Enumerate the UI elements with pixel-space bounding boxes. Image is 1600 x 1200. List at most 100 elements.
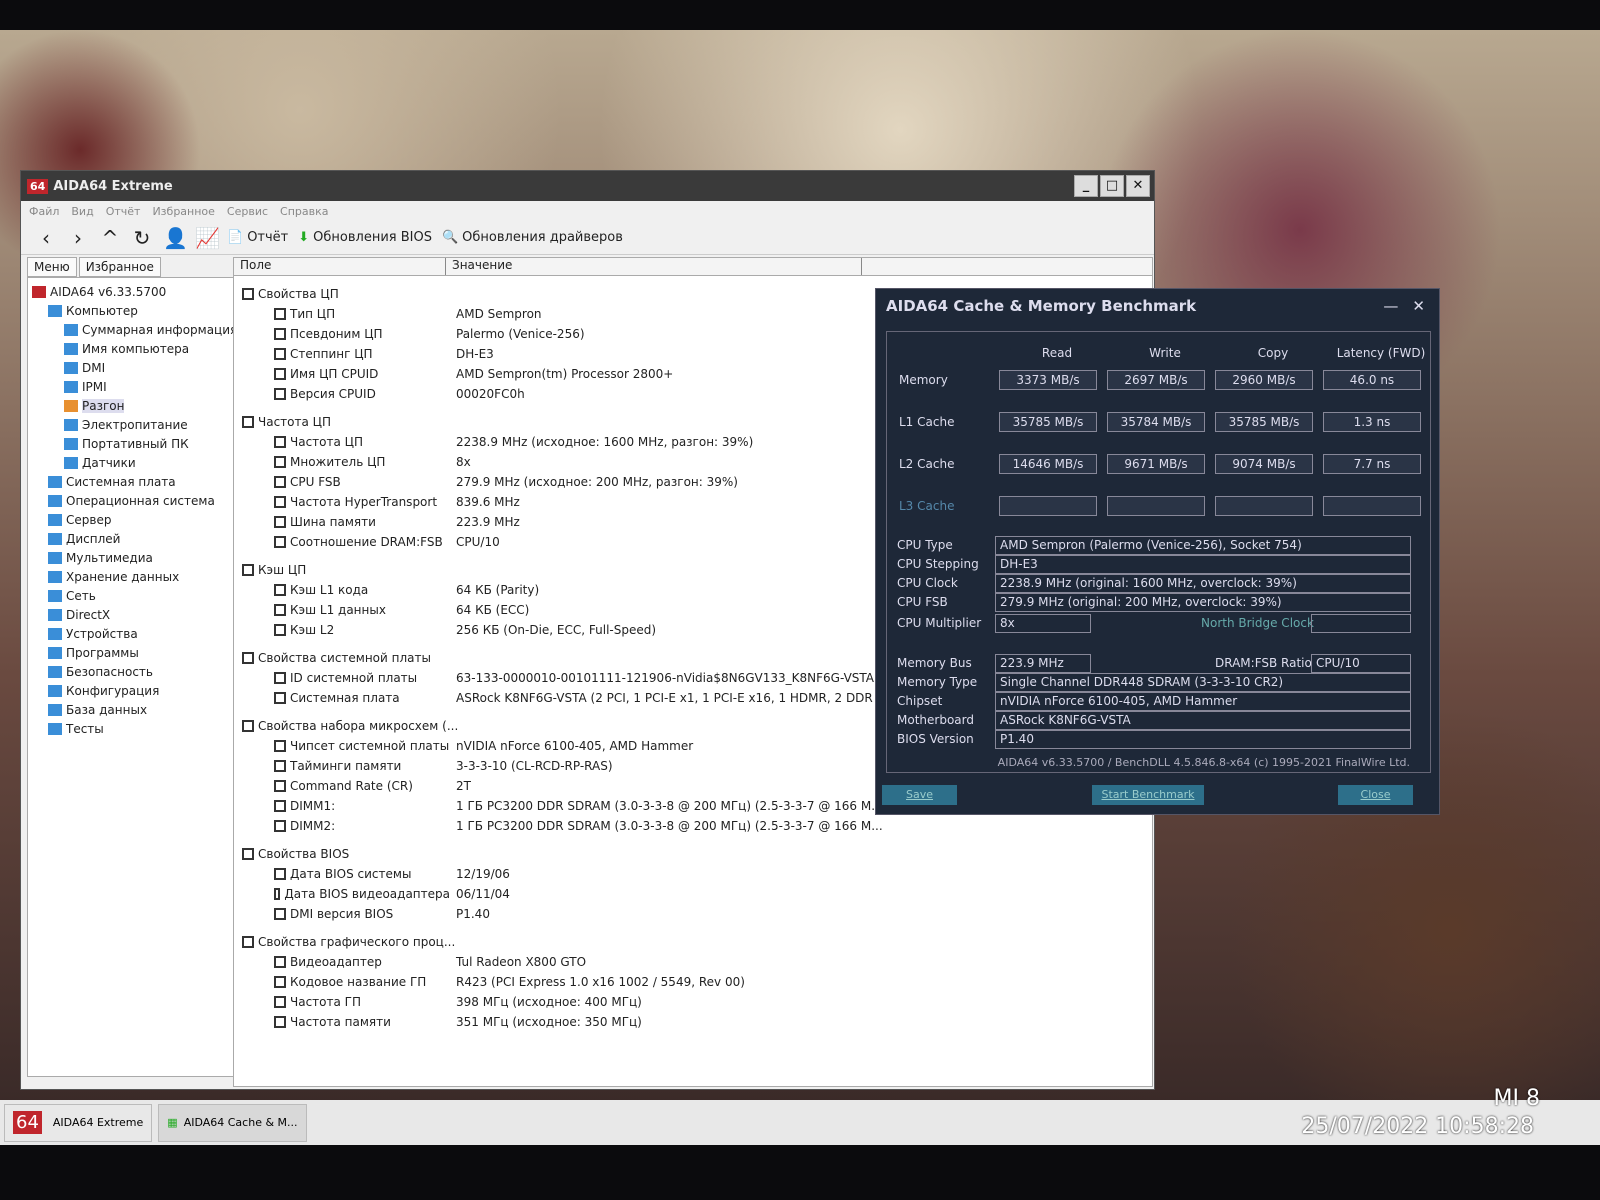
- tab-favorites[interactable]: Избранное: [78, 257, 161, 277]
- tree-item[interactable]: Компьютер: [32, 301, 257, 320]
- column-field[interactable]: Поле: [234, 258, 446, 275]
- tree-item[interactable]: Портативный ПК: [32, 434, 257, 453]
- table-row[interactable]: Видеоадаптер Tul Radeon X800 GTO: [234, 952, 1152, 972]
- user-icon[interactable]: 👤: [163, 226, 188, 250]
- table-row[interactable]: DMI версия BIOS P1.40: [234, 904, 1152, 924]
- menu-item[interactable]: Файл: [29, 205, 59, 218]
- menu-item[interactable]: Отчёт: [106, 205, 141, 218]
- tree-item-label: IPMI: [82, 379, 107, 394]
- field-cell: Чипсет системной платы: [234, 739, 450, 753]
- tree-item[interactable]: Конфигурация: [32, 681, 257, 700]
- nb-clock-value: [1311, 614, 1411, 633]
- tree-item-label: DirectX: [66, 607, 111, 622]
- close-icon[interactable]: ✕: [1412, 297, 1425, 315]
- tree-node-icon: [48, 703, 62, 716]
- info-value: DH-E3: [995, 555, 1411, 574]
- refresh-icon[interactable]: ↻: [131, 226, 153, 250]
- tree-item[interactable]: Сервер: [32, 510, 257, 529]
- tree-node-icon: [48, 646, 62, 659]
- column-header: Latency (FWD): [1336, 346, 1426, 360]
- tree-item[interactable]: Безопасность: [32, 662, 257, 681]
- tree-item[interactable]: Датчики: [32, 453, 257, 472]
- taskbar-item-aida64[interactable]: 64 AIDA64 Extreme: [4, 1103, 153, 1142]
- result-box: 46.0 ns: [1323, 370, 1421, 390]
- minimize-button[interactable]: _: [1074, 175, 1098, 197]
- result-box: 35784 MB/s: [1107, 412, 1205, 432]
- table-row[interactable]: Кодовое название ГП R423 (PCI Express 1.0…: [234, 972, 1152, 992]
- menu-item[interactable]: Справка: [280, 205, 328, 218]
- tree-item[interactable]: Разгон: [32, 396, 257, 415]
- field-value: nVIDIA nForce 6100-405, AMD Hammer: [456, 739, 694, 753]
- section-header: Свойства графического проц...: [234, 932, 1152, 952]
- tree-item[interactable]: IPMI: [32, 377, 257, 396]
- tree-item[interactable]: Системная плата: [32, 472, 257, 491]
- tree-item-label: Портативный ПК: [82, 436, 189, 451]
- taskbar-item-benchmark[interactable]: ▦ AIDA64 Cache & M...: [158, 1103, 307, 1142]
- info-value: P1.40: [995, 730, 1411, 749]
- row-icon: [274, 604, 286, 616]
- tree-item[interactable]: Сеть: [32, 586, 257, 605]
- start-benchmark-button[interactable]: Start Benchmark: [1092, 785, 1204, 805]
- field-value: 12/19/06: [456, 867, 510, 881]
- info-label: North Bridge Clock: [1201, 616, 1314, 630]
- tree-item[interactable]: Устройства: [32, 624, 257, 643]
- tree-item[interactable]: Суммарная информация: [32, 320, 257, 339]
- row-icon: [274, 740, 286, 752]
- tree-item-label: DMI: [82, 360, 106, 375]
- up-icon[interactable]: ^: [99, 226, 121, 250]
- table-row[interactable]: Частота ГП 398 МГц (исходное: 400 МГц): [234, 992, 1152, 1012]
- field-value: 1 ГБ PC3200 DDR SDRAM (3.0-3-3-8 @ 200 М…: [456, 799, 883, 813]
- tree-node-icon: [64, 399, 78, 412]
- navigation-tree: AIDA64 v6.33.5700 Компьютер Суммарная инфо…: [27, 277, 262, 1077]
- chart-icon[interactable]: 📈: [195, 226, 220, 250]
- tree-item[interactable]: Операционная система: [32, 491, 257, 510]
- menu-item[interactable]: Вид: [71, 205, 93, 218]
- field-name: DIMM1:: [290, 799, 336, 813]
- tab-menu[interactable]: Меню: [27, 257, 77, 277]
- field-cell: Версия CPUID: [234, 387, 450, 401]
- row-icon: [274, 328, 286, 340]
- field-value: Tul Radeon X800 GTO: [456, 955, 587, 969]
- tree-item[interactable]: Хранение данных: [32, 567, 257, 586]
- tree-item[interactable]: DirectX: [32, 605, 257, 624]
- field-name: ID системной платы: [290, 671, 418, 685]
- field-cell: Степпинг ЦП: [234, 347, 450, 361]
- bios-update-button[interactable]: ⬇ Обновления BIOS: [298, 230, 432, 245]
- field-name: DIMM2:: [290, 819, 336, 833]
- column-value[interactable]: Значение: [446, 258, 862, 275]
- info-value: 2238.9 MHz (original: 1600 MHz, overcloc…: [995, 574, 1411, 593]
- minimize-button[interactable]: —: [1383, 297, 1398, 315]
- row-icon: [274, 760, 286, 772]
- tree-item[interactable]: Мультимедиа: [32, 548, 257, 567]
- table-row[interactable]: Дата BIOS видеоадаптера 06/11/04: [234, 884, 1152, 904]
- tree-item[interactable]: Электропитание: [32, 415, 257, 434]
- field-name: Тип ЦП: [290, 307, 336, 321]
- result-box: 3373 MB/s: [999, 370, 1097, 390]
- tree-item-label: Суммарная информация: [82, 322, 238, 337]
- field-name: Версия CPUID: [290, 387, 376, 401]
- forward-icon[interactable]: ›: [67, 226, 89, 250]
- tree-item[interactable]: Программы: [32, 643, 257, 662]
- tree-item[interactable]: Имя компьютера: [32, 339, 257, 358]
- table-row[interactable]: Дата BIOS системы 12/19/06: [234, 864, 1152, 884]
- close-button[interactable]: Close: [1338, 785, 1413, 805]
- tree-item[interactable]: База данных: [32, 700, 257, 719]
- save-button[interactable]: Save: [882, 785, 957, 805]
- result-box: 9671 MB/s: [1107, 454, 1205, 474]
- maximize-button[interactable]: □: [1100, 175, 1124, 197]
- tree-item[interactable]: AIDA64 v6.33.5700: [32, 282, 257, 301]
- menu-bar: Файл Вид Отчёт Избранное Сервис Справка: [21, 201, 1154, 221]
- table-row[interactable]: DIMM2: 1 ГБ PC3200 DDR SDRAM (3.0-3-3-8 @…: [234, 816, 1152, 836]
- table-row[interactable]: Частота памяти 351 МГц (исходное: 350 МГц…: [234, 1012, 1152, 1032]
- close-button[interactable]: ✕: [1126, 175, 1150, 197]
- back-icon[interactable]: ‹: [35, 226, 57, 250]
- field-name: Шина памяти: [290, 515, 376, 529]
- tree-item[interactable]: DMI: [32, 358, 257, 377]
- tree-node-icon: [48, 665, 62, 678]
- driver-update-button[interactable]: 🔍 Обновления драйверов: [442, 230, 623, 245]
- menu-item[interactable]: Избранное: [152, 205, 214, 218]
- tree-item[interactable]: Тесты: [32, 719, 257, 738]
- report-button[interactable]: 📄 Отчёт: [227, 230, 288, 245]
- tree-item[interactable]: Дисплей: [32, 529, 257, 548]
- menu-item[interactable]: Сервис: [227, 205, 268, 218]
